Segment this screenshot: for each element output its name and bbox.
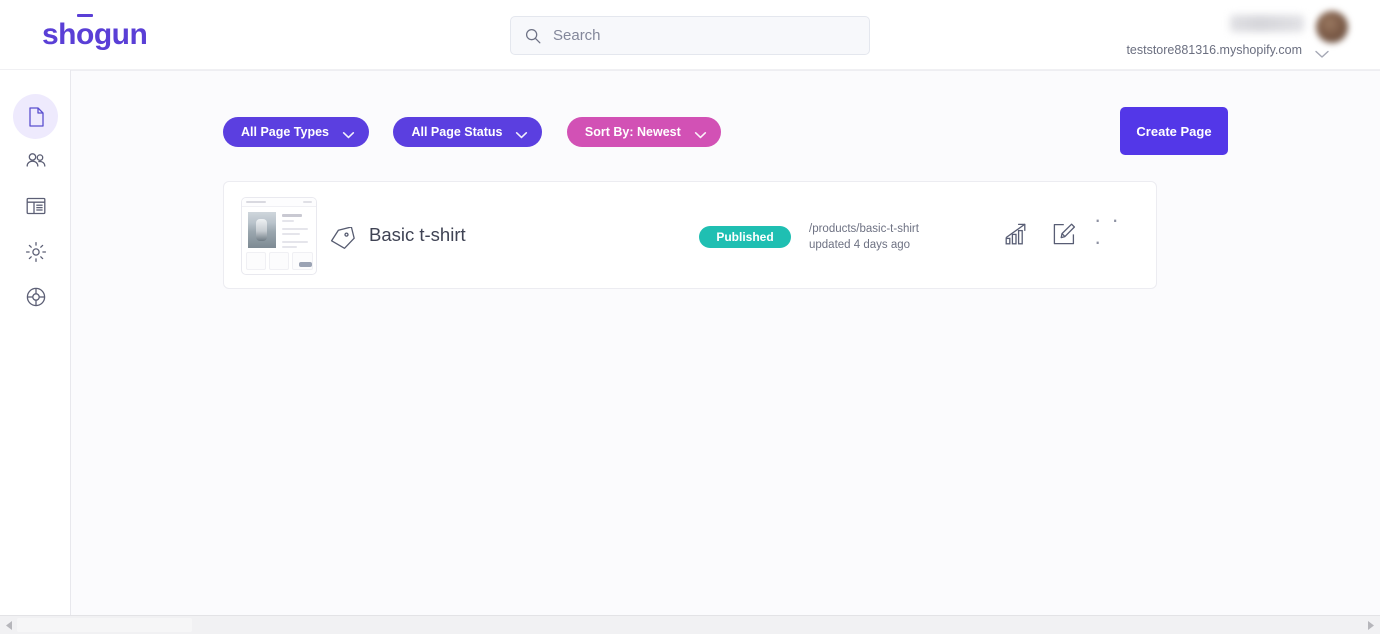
search-bar[interactable] [510,16,870,55]
page-title: Basic t-shirt [369,224,466,245]
page-meta: /products/basic-t-shirt updated 4 days a… [809,221,919,253]
more-options-button[interactable]: · · · [1094,208,1134,254]
main-content: All Page Types All Page Status Sort By: … [71,70,1380,615]
sidebar-item-help[interactable] [13,274,58,319]
chevron-down-icon [694,128,707,138]
users-icon [24,149,48,173]
analytics-icon [1003,221,1029,247]
filter-page-types-label: All Page Types [241,125,329,139]
analytics-button[interactable] [996,214,1036,254]
lifebuoy-icon [24,285,48,309]
account-menu[interactable]: teststore881316.myshopify.com [1112,6,1362,64]
sidebar-item-templates[interactable] [13,183,58,228]
account-name [1230,15,1304,32]
page-list-item[interactable]: Basic t-shirt Published /products/basic-… [223,181,1157,289]
gear-icon [24,240,48,264]
sidebar-item-settings[interactable] [13,229,58,274]
chevron-down-icon [342,128,355,138]
scroll-left-arrow[interactable] [1,616,18,634]
page-url-path: /products/basic-t-shirt [809,223,919,235]
page-thumbnail [241,197,317,275]
chevron-down-icon [515,128,528,138]
filter-toolbar: All Page Types All Page Status Sort By: … [223,117,741,147]
filter-sort-by[interactable]: Sort By: Newest [566,117,721,147]
sidebar-item-team[interactable] [13,138,58,183]
store-url: teststore881316.myshopify.com [1126,43,1302,57]
page-updated: updated 4 days ago [809,239,911,251]
search-icon [524,27,542,45]
horizontal-scrollbar[interactable] [0,615,1380,634]
shogun-logo[interactable]: shogun [42,14,148,54]
avatar[interactable] [1316,11,1348,43]
filter-page-status[interactable]: All Page Status [393,117,543,147]
filter-page-status-label: All Page Status [411,125,503,139]
app-root: shogun teststore881316.myshopify.com [0,0,1380,634]
search-input[interactable] [553,17,863,54]
sidebar [0,70,71,615]
create-page-button[interactable]: Create Page [1120,107,1228,155]
filter-sort-by-label: Sort By: Newest [584,125,681,139]
page-icon [24,105,48,129]
layout-icon [24,194,48,218]
scrollbar-thumb[interactable] [17,618,192,632]
chevron-down-icon[interactable] [1314,46,1330,58]
scroll-right-arrow[interactable] [1362,616,1379,634]
tag-icon [329,226,357,251]
sidebar-item-pages[interactable] [13,94,58,139]
edit-button[interactable] [1044,214,1084,254]
edit-icon [1051,221,1077,247]
filter-page-types[interactable]: All Page Types [223,117,369,147]
status-badge: Published [699,226,791,248]
top-header: shogun teststore881316.myshopify.com [0,0,1380,70]
